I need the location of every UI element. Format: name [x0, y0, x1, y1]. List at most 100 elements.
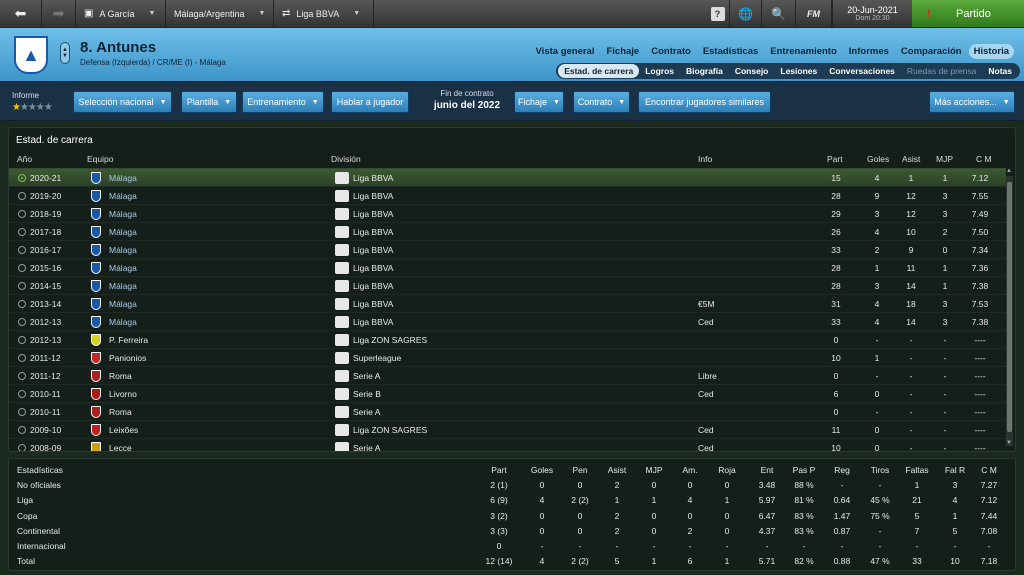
tab-estadisticas[interactable]: Estadísticas — [698, 44, 763, 59]
division-cell[interactable]: Serie B — [353, 389, 381, 399]
table-row[interactable]: 2008-09 Lecce Serie A Ced 10 0- - ---- — [9, 438, 1006, 451]
manager-menu[interactable]: ▣ A García ▼ — [76, 0, 166, 27]
table-row[interactable]: 2019-20 Málaga Liga BBVA 28 9 12 3 7.55 — [9, 186, 1006, 204]
club-menu[interactable]: Málaga/Argentina ▼ — [166, 0, 274, 27]
team-cell[interactable]: Málaga — [109, 263, 137, 273]
division-cell[interactable]: Liga BBVA — [353, 281, 393, 291]
team-cell[interactable]: Roma — [109, 407, 132, 417]
division-cell[interactable]: Liga BBVA — [353, 263, 393, 273]
contract-button[interactable]: Contrato ▼ — [573, 91, 630, 113]
division-cell[interactable]: Liga BBVA — [353, 191, 393, 201]
table-row[interactable]: 2012-13 Málaga Liga BBVA Ced 33 4 14 3 7.38 — [9, 312, 1006, 330]
team-cell[interactable]: P. Ferreira — [109, 335, 148, 345]
tab-informes[interactable]: Informes — [844, 44, 894, 59]
continue-match-button[interactable]: ! Partido — [912, 0, 1024, 27]
tab-contrato[interactable]: Contrato — [646, 44, 696, 59]
national-selection-button[interactable]: Selección nacional ▼ — [73, 91, 172, 113]
division-cell[interactable]: Serie A — [353, 443, 380, 451]
team-cell[interactable]: Málaga — [109, 173, 137, 183]
row-radio[interactable] — [18, 264, 26, 272]
row-radio[interactable] — [18, 318, 26, 326]
col-apps[interactable]: Part — [827, 154, 843, 164]
table-row[interactable]: 2012-13 P. Ferreira Liga ZON SAGRES 0- - - ---… — [9, 330, 1006, 348]
team-cell[interactable]: Málaga — [109, 191, 137, 201]
help-button[interactable]: ? — [706, 0, 730, 27]
tab-entrenamiento[interactable]: Entrenamiento — [765, 44, 842, 59]
col-rating[interactable]: C M — [976, 154, 992, 164]
row-radio[interactable] — [18, 282, 26, 290]
table-row[interactable]: 2013-14 Málaga Liga BBVA €5M 31 4 18 3 7.53 — [9, 294, 1006, 312]
fm-menu-button[interactable]: FM — [796, 0, 832, 27]
table-row[interactable]: 2020-21 Málaga Liga BBVA 15 4 1 1 7.12 — [9, 168, 1006, 186]
scroll-down-icon[interactable]: ▼ — [1006, 440, 1012, 446]
division-cell[interactable]: Superleague — [353, 353, 401, 363]
col-mom[interactable]: MJP — [936, 154, 953, 164]
subtab-biografia[interactable]: Biografía — [680, 64, 729, 78]
table-row[interactable]: 2014-15 Málaga Liga BBVA 28 3 14 1 7.38 — [9, 276, 1006, 294]
find-similar-button[interactable]: Encontrar jugadores similares — [638, 91, 771, 113]
team-cell[interactable]: Panionios — [109, 353, 146, 363]
table-row[interactable]: 2011-12 Panionios Superleague 10 1- - ---- — [9, 348, 1006, 366]
division-cell[interactable]: Liga BBVA — [353, 317, 393, 327]
col-division[interactable]: División — [331, 154, 361, 164]
scrollbar[interactable]: ▲ ▼ — [1006, 168, 1013, 446]
team-cell[interactable]: Málaga — [109, 281, 137, 291]
division-cell[interactable]: Liga BBVA — [353, 173, 393, 183]
competition-menu[interactable]: ⇄ Liga BBVA ▼ — [274, 0, 374, 27]
subtab-lesiones[interactable]: Lesiones — [774, 64, 823, 78]
subtab-ruedas-prensa[interactable]: Ruedas de prensa — [901, 64, 982, 78]
subtab-conversaciones[interactable]: Conversaciones — [823, 64, 901, 78]
col-goals[interactable]: Goles — [867, 154, 889, 164]
team-cell[interactable]: Livorno — [109, 389, 137, 399]
table-row[interactable]: 2009-10 Leixões Liga ZON SAGRES Ced 11 0- - ---… — [9, 420, 1006, 438]
squad-button[interactable]: Plantilla ▼ — [181, 91, 237, 113]
division-cell[interactable]: Liga BBVA — [353, 209, 393, 219]
more-actions-button[interactable]: Más acciones... ▼ — [929, 91, 1015, 113]
table-row[interactable]: 2016-17 Málaga Liga BBVA 33 2 9 0 7.34 — [9, 240, 1006, 258]
row-radio[interactable] — [18, 426, 26, 434]
row-radio[interactable] — [18, 210, 26, 218]
table-row[interactable]: 2010-11 Roma Serie A 0- - - ---- — [9, 402, 1006, 420]
col-info[interactable]: Info — [698, 154, 712, 164]
row-radio[interactable] — [18, 372, 26, 380]
table-row[interactable]: 2018-19 Málaga Liga BBVA 29 3 12 3 7.49 — [9, 204, 1006, 222]
division-cell[interactable]: Liga BBVA — [353, 299, 393, 309]
tab-fichaje[interactable]: Fichaje — [601, 44, 644, 59]
team-cell[interactable]: Málaga — [109, 299, 137, 309]
table-row[interactable]: 2017-18 Málaga Liga BBVA 26 4 10 2 7.50 — [9, 222, 1006, 240]
tab-historia[interactable]: Historia — [968, 44, 1014, 59]
row-radio[interactable] — [18, 228, 26, 236]
division-cell[interactable]: Liga ZON SAGRES — [353, 335, 427, 345]
transfer-button[interactable]: Fichaje ▼ — [514, 91, 564, 113]
row-radio[interactable] — [18, 444, 26, 451]
tab-comparacion[interactable]: Comparación — [896, 44, 967, 59]
row-radio[interactable] — [18, 300, 26, 308]
player-switcher[interactable]: ▲ ▼ — [60, 42, 70, 64]
talk-to-player-button[interactable]: Hablar a jugador — [331, 91, 409, 113]
team-cell[interactable]: Roma — [109, 371, 132, 381]
team-cell[interactable]: Lecce — [109, 443, 132, 451]
team-cell[interactable]: Málaga — [109, 227, 137, 237]
team-cell[interactable]: Málaga — [109, 317, 137, 327]
training-button[interactable]: Entrenamiento ▼ — [242, 91, 324, 113]
search-button[interactable]: 🔍 — [762, 0, 796, 27]
division-cell[interactable]: Liga ZON SAGRES — [353, 425, 427, 435]
division-cell[interactable]: Serie A — [353, 407, 380, 417]
row-radio[interactable] — [18, 390, 26, 398]
back-button[interactable]: ⬅ — [0, 0, 42, 27]
forward-button[interactable]: ➡ — [42, 0, 76, 27]
table-row[interactable]: 2011-12 Roma Serie A Libre 0- - - ---- — [9, 366, 1006, 384]
row-radio[interactable] — [18, 246, 26, 254]
division-cell[interactable]: Serie A — [353, 371, 380, 381]
subtab-logros[interactable]: Logros — [639, 64, 680, 78]
scroll-up-icon[interactable]: ▲ — [1006, 168, 1012, 174]
division-cell[interactable]: Liga BBVA — [353, 245, 393, 255]
col-assists[interactable]: Asist — [902, 154, 920, 164]
globe-button[interactable]: 🌐 — [730, 0, 762, 27]
row-radio[interactable] — [18, 408, 26, 416]
row-radio[interactable] — [18, 336, 26, 344]
row-radio[interactable] — [18, 354, 26, 362]
table-row[interactable]: 2010-11 Livorno Serie B Ced 6 0- - ---- — [9, 384, 1006, 402]
row-radio[interactable] — [18, 192, 26, 200]
col-team[interactable]: Equipo — [87, 154, 113, 164]
